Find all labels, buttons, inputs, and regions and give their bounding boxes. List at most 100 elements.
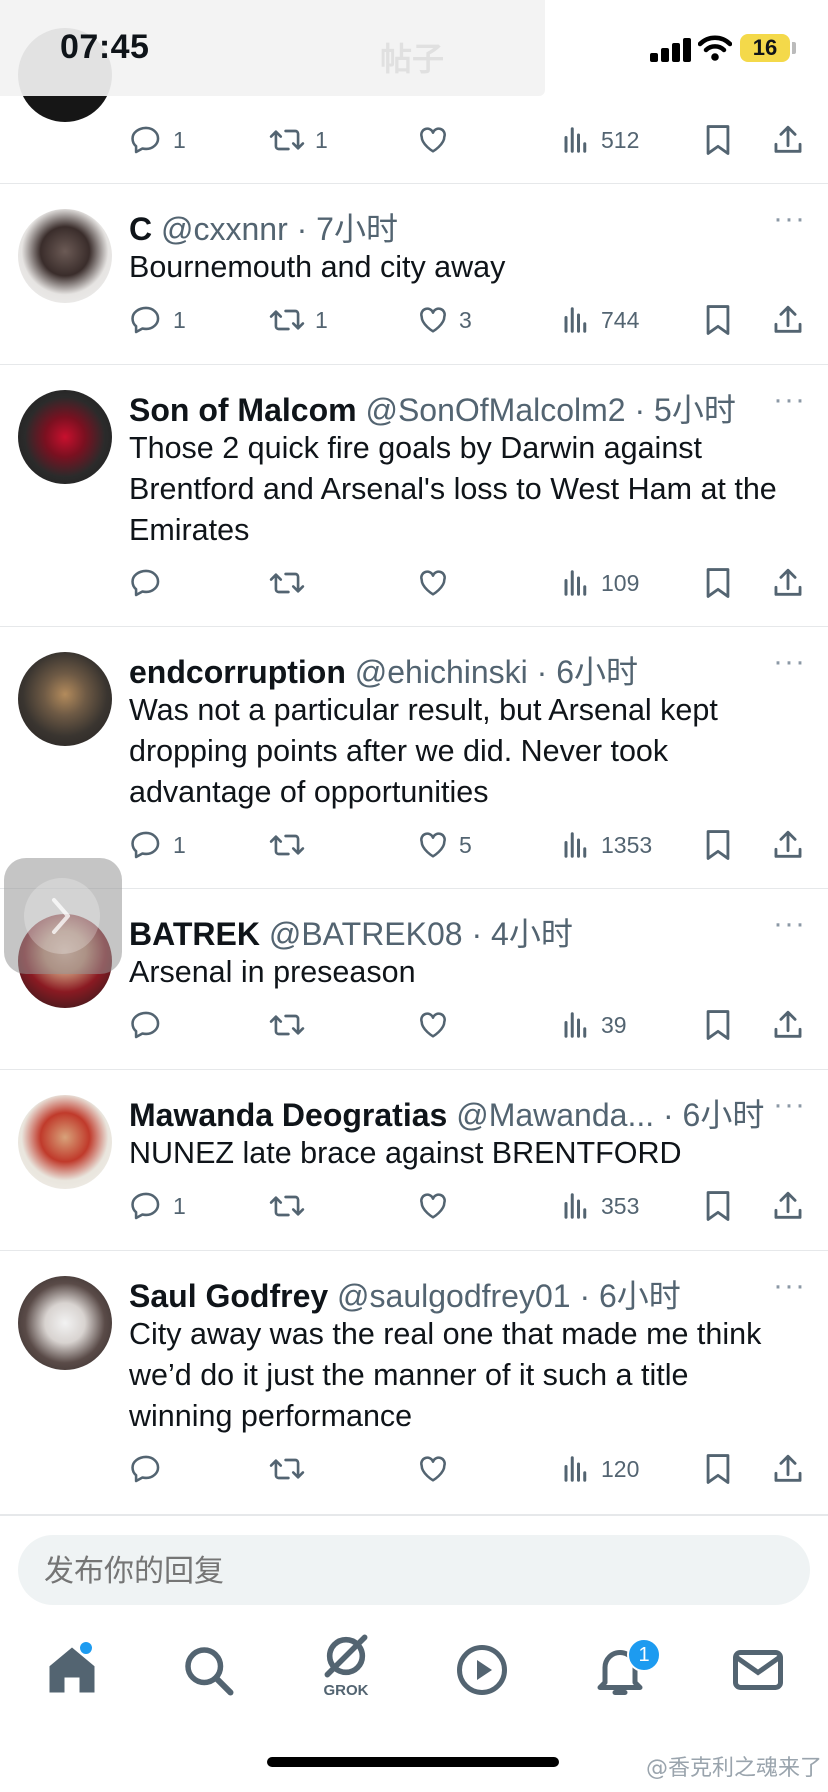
handle[interactable]: @SonOfMalcolm2 xyxy=(365,392,625,428)
search-icon[interactable] xyxy=(178,1640,238,1700)
avatar[interactable] xyxy=(18,390,112,484)
share-icon xyxy=(774,1010,802,1038)
reply-input[interactable] xyxy=(42,1535,786,1607)
handle[interactable]: @cxxnnr xyxy=(161,211,288,247)
tweet-actions: 1 1 3 744 xyxy=(129,300,809,340)
assistive-touch-button[interactable] xyxy=(4,858,122,974)
share-button[interactable] xyxy=(771,563,805,603)
repost-button[interactable] xyxy=(269,563,315,603)
share-icon xyxy=(774,125,802,153)
views-button[interactable]: 512 xyxy=(561,120,639,160)
views-count: 744 xyxy=(601,306,640,333)
home-indicator[interactable] xyxy=(267,1757,559,1767)
like-button[interactable]: 5 xyxy=(417,825,472,865)
reply-icon xyxy=(131,831,160,859)
share-button[interactable] xyxy=(771,1005,805,1045)
display-name[interactable]: endcorruption xyxy=(129,654,346,690)
reply-button[interactable]: 1 xyxy=(129,300,186,340)
avatar[interactable] xyxy=(18,652,112,746)
handle[interactable]: @saulgodfrey01 xyxy=(337,1278,571,1314)
views-button[interactable]: 109 xyxy=(561,563,639,603)
video-play-icon[interactable] xyxy=(452,1640,512,1700)
more-button[interactable]: ··· xyxy=(773,645,806,679)
views-button[interactable]: 120 xyxy=(561,1449,639,1489)
tweet-text: Arsenal in preseason xyxy=(129,955,416,989)
avatar[interactable] xyxy=(18,209,112,303)
tweet-0[interactable]: C @cxxnnr · 7小时 ··· Bournemouth and city… xyxy=(0,184,828,365)
like-button[interactable] xyxy=(417,120,459,160)
reply-icon xyxy=(131,569,160,597)
repost-button[interactable]: 1 xyxy=(269,120,328,160)
tweet-text: Those 2 quick fire goals by Darwin again… xyxy=(129,431,777,547)
avatar[interactable] xyxy=(18,1095,112,1189)
handle[interactable]: @Mawanda... xyxy=(456,1097,654,1133)
reply-button[interactable] xyxy=(129,1449,173,1489)
chevron-right-icon xyxy=(52,898,70,934)
more-button[interactable]: ··· xyxy=(773,907,806,941)
views-icon xyxy=(564,1193,587,1219)
reply-button[interactable]: 1 xyxy=(129,825,186,865)
like-button[interactable] xyxy=(417,1449,459,1489)
bookmark-button[interactable] xyxy=(703,825,733,865)
more-button[interactable]: ··· xyxy=(773,1088,806,1122)
bookmark-button[interactable] xyxy=(703,300,733,340)
like-button[interactable] xyxy=(417,563,459,603)
repost-button[interactable] xyxy=(269,1005,315,1045)
tweet-5[interactable]: Saul Godfrey @saulgodfrey01 · 6小时 ··· Ci… xyxy=(0,1251,828,1515)
like-button[interactable]: 3 xyxy=(417,300,472,340)
views-count: 353 xyxy=(601,1192,640,1219)
home-icon[interactable] xyxy=(42,1640,102,1700)
heart-icon xyxy=(420,570,446,596)
grok-tab[interactable]: GROK xyxy=(316,1628,376,1708)
more-button[interactable]: ··· xyxy=(773,1269,806,1303)
tweet-3[interactable]: BATREK @BATREK08 · 4小时 ··· Arsenal in pr… xyxy=(0,889,828,1070)
tweet-actions: 39 xyxy=(129,1005,809,1045)
divider xyxy=(0,1515,828,1516)
like-button[interactable] xyxy=(417,1186,459,1226)
reply-button[interactable]: 1 xyxy=(129,120,186,160)
bookmark-button[interactable] xyxy=(703,1005,733,1045)
views-icon xyxy=(564,832,587,858)
display-name[interactable]: BATREK xyxy=(129,916,260,952)
tweet-1[interactable]: Son of Malcom @SonOfMalcolm2 · 5小时 ··· T… xyxy=(0,365,828,627)
tweet-2[interactable]: endcorruption @ehichinski · 6小时 ··· Was … xyxy=(0,627,828,889)
reply-button[interactable]: 1 xyxy=(129,1186,186,1226)
repost-button[interactable] xyxy=(269,825,315,865)
share-button[interactable] xyxy=(771,1186,805,1226)
repost-button[interactable]: 1 xyxy=(269,300,328,340)
bookmark-button[interactable] xyxy=(703,563,733,603)
bookmark-button[interactable] xyxy=(703,1449,733,1489)
share-icon xyxy=(774,1191,802,1219)
tweet-actions: 109 xyxy=(129,563,809,603)
repost-button[interactable] xyxy=(269,1449,315,1489)
share-button[interactable] xyxy=(771,1449,805,1489)
reply-button[interactable] xyxy=(129,563,173,603)
views-button[interactable]: 353 xyxy=(561,1186,639,1226)
share-button[interactable] xyxy=(771,825,805,865)
share-button[interactable] xyxy=(771,120,805,160)
more-button[interactable]: ··· xyxy=(773,202,806,236)
views-button[interactable]: 744 xyxy=(561,300,639,340)
more-button[interactable]: ··· xyxy=(773,383,806,417)
heart-icon xyxy=(420,1012,446,1038)
display-name[interactable]: Saul Godfrey xyxy=(129,1278,328,1314)
display-name[interactable]: Son of Malcom xyxy=(129,392,357,428)
handle[interactable]: @BATREK08 xyxy=(269,916,463,952)
avatar[interactable] xyxy=(18,1276,112,1370)
handle[interactable]: @ehichinski xyxy=(355,654,528,690)
reply-button[interactable] xyxy=(129,1005,173,1045)
display-name[interactable]: Mawanda Deogratias xyxy=(129,1097,447,1133)
bookmark-button[interactable] xyxy=(703,1186,733,1226)
share-button[interactable] xyxy=(771,300,805,340)
views-button[interactable]: 39 xyxy=(561,1005,627,1045)
messages-envelope-icon[interactable] xyxy=(728,1640,788,1700)
repost-button[interactable] xyxy=(269,1186,315,1226)
display-name[interactable]: C xyxy=(129,211,152,247)
views-button[interactable]: 1353 xyxy=(561,825,652,865)
reply-composer[interactable] xyxy=(18,1535,810,1607)
heart-icon xyxy=(420,1193,446,1219)
tweet-4[interactable]: Mawanda Deogratias @Mawanda... · 6小时 ···… xyxy=(0,1070,828,1251)
battery-tip xyxy=(792,42,796,54)
like-button[interactable] xyxy=(417,1005,459,1045)
bookmark-button[interactable] xyxy=(703,120,733,160)
